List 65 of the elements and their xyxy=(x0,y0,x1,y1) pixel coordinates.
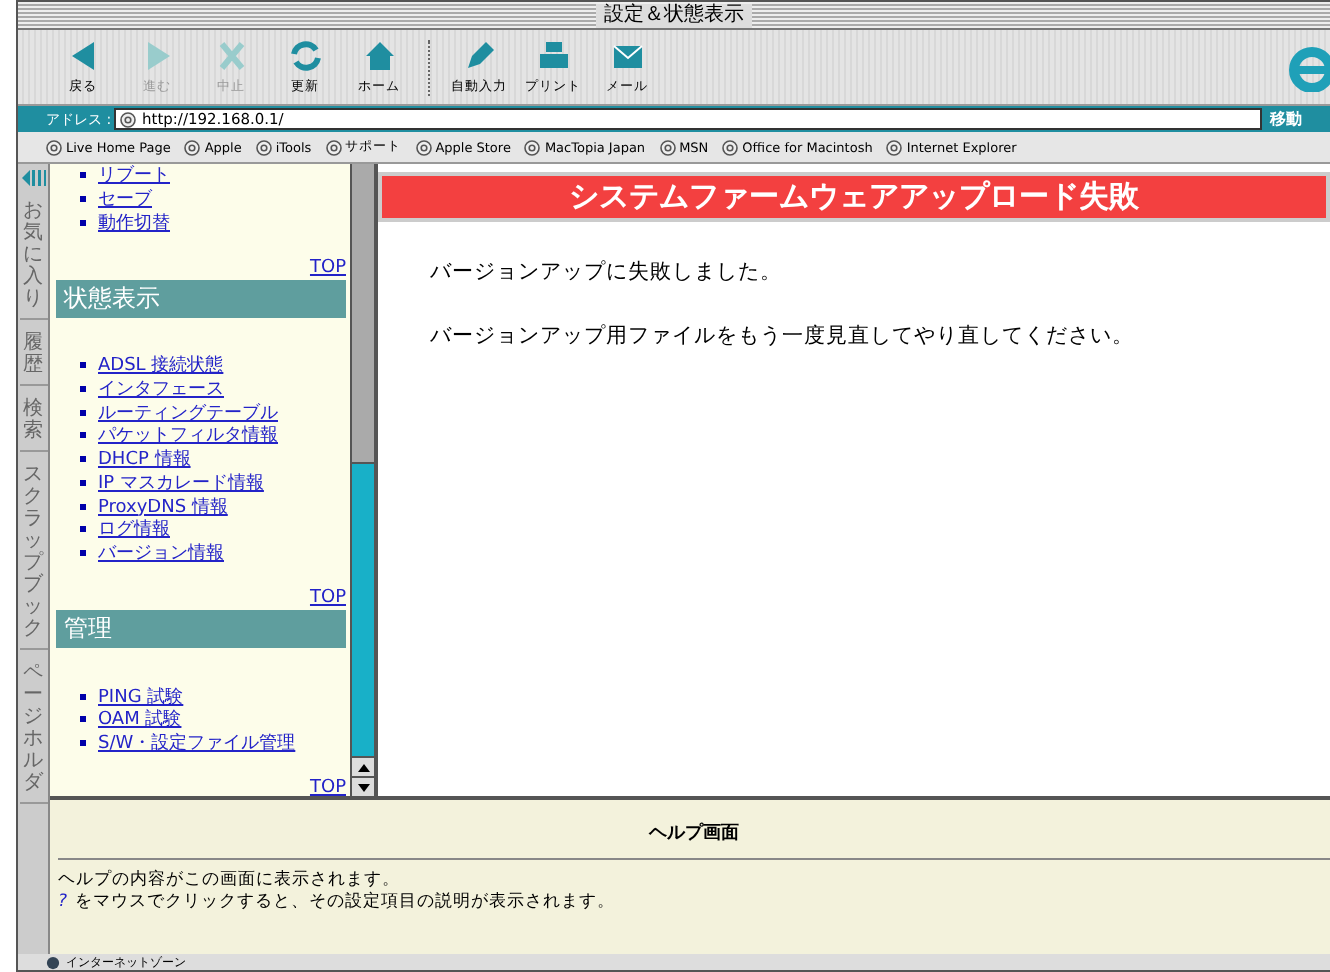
page-icon xyxy=(325,139,342,155)
help-text: ヘルプの内容がこの画面に表示されます。 xyxy=(58,870,402,891)
bullet-icon xyxy=(80,479,86,486)
globe-icon xyxy=(46,955,60,969)
page-icon xyxy=(184,139,201,155)
bullet-icon xyxy=(80,409,86,416)
nav-link[interactable]: DHCP 情報 xyxy=(98,446,191,473)
window-title: 設定＆状態表示 xyxy=(596,3,752,27)
page-icon xyxy=(415,139,432,155)
nav-link[interactable]: ルーティングテーブル xyxy=(98,399,278,426)
nav-link[interactable]: ADSL 接続状態 xyxy=(98,352,224,379)
nav-link[interactable]: PING 試験 xyxy=(98,683,184,710)
bullet-icon xyxy=(80,739,86,746)
down-arrow-icon[interactable] xyxy=(357,783,369,791)
bullet-icon xyxy=(80,549,86,556)
logo-icon xyxy=(1286,43,1330,91)
bullet-icon xyxy=(80,172,86,179)
nav-link[interactable]: バージョン情報 xyxy=(98,539,224,566)
page-icon xyxy=(46,139,62,155)
scrollbar[interactable] xyxy=(350,164,374,796)
nav-link[interactable]: パケットフィルタ情報 xyxy=(98,422,278,449)
nav-link[interactable]: IP マスカレード情報 xyxy=(98,469,264,496)
up-arrow-icon[interactable] xyxy=(357,763,369,771)
message-text: バージョンアップに失敗しました。 xyxy=(430,258,784,286)
side-tab[interactable]: スクラップブック xyxy=(19,456,47,650)
bullet-icon xyxy=(80,219,86,226)
page-icon xyxy=(524,139,541,155)
page-icon xyxy=(886,139,903,155)
side-tab[interactable]: お気に入り xyxy=(19,192,47,320)
top-link[interactable]: TOP xyxy=(309,778,346,796)
error-banner: システムファームウェアアップロード失敗 xyxy=(378,172,1330,222)
home-icon xyxy=(361,38,397,74)
side-tab[interactable]: 検索 xyxy=(19,390,47,452)
bullet-icon xyxy=(80,716,86,723)
page-icon xyxy=(659,139,676,155)
bullet-icon xyxy=(80,693,86,700)
message-text: バージョンアップ用ファイルをもう一度見直してやり直してください。 xyxy=(430,322,1136,350)
nav-link[interactable]: 動作切替 xyxy=(98,209,170,236)
top-link[interactable]: TOP xyxy=(309,258,346,279)
page-icon xyxy=(255,139,272,155)
section-heading: 管理 xyxy=(56,610,346,649)
help-title: ヘルプ画面 xyxy=(58,820,1330,860)
nav-link[interactable]: ProxyDNS 情報 xyxy=(98,493,228,520)
bullet-icon xyxy=(80,362,86,369)
nav-link[interactable]: リブート xyxy=(98,164,170,189)
nav-link[interactable]: セーブ xyxy=(98,186,152,213)
section-heading: 状態表示 xyxy=(56,280,346,319)
side-tab[interactable]: 履歴 xyxy=(19,324,47,386)
top-link[interactable]: TOP xyxy=(309,588,346,609)
bullet-icon xyxy=(80,432,86,439)
page-icon xyxy=(722,139,739,155)
refresh-icon xyxy=(287,38,323,74)
nav-link[interactable]: S/W・設定ファイル管理 xyxy=(98,729,296,756)
printer-icon xyxy=(535,38,571,74)
bullet-icon xyxy=(80,503,86,510)
side-tab[interactable]: ページホルダ xyxy=(19,654,47,804)
help-text: ? をマウスでクリックすると、その設定項目の説明が表示されます。 xyxy=(58,892,618,914)
nav-link[interactable]: インタフェース xyxy=(98,376,224,403)
bullet-icon xyxy=(80,526,86,533)
bullet-icon xyxy=(80,386,86,393)
nav-link[interactable]: OAM 試験 xyxy=(98,706,182,733)
bullet-icon xyxy=(80,196,86,203)
bullet-icon xyxy=(80,456,86,463)
page-icon xyxy=(120,111,136,127)
nav-link[interactable]: ログ情報 xyxy=(98,516,170,543)
